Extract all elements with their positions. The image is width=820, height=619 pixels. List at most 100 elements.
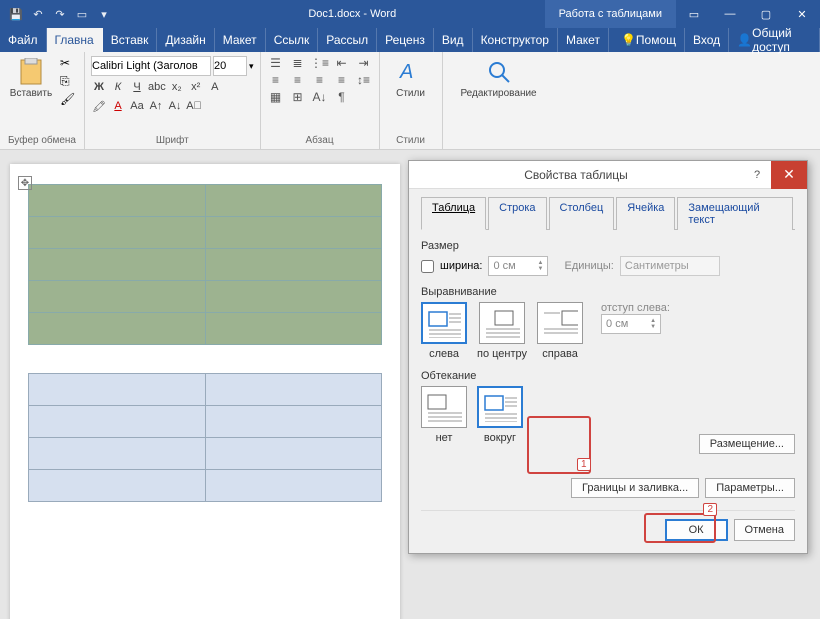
font-group-label: Шрифт bbox=[91, 135, 254, 147]
align-left-icon bbox=[427, 308, 461, 338]
cancel-button[interactable]: Отмена bbox=[734, 519, 795, 541]
styles-button[interactable]: A Стили bbox=[386, 56, 436, 99]
dlg-tab-cell[interactable]: Ячейка bbox=[616, 197, 675, 230]
text-effects-icon[interactable]: A bbox=[207, 79, 223, 95]
paste-icon bbox=[17, 58, 45, 86]
bullets-icon[interactable]: ☰ bbox=[267, 56, 285, 70]
align-center-icon[interactable]: ≡ bbox=[289, 73, 307, 87]
align-center-label: по центру bbox=[477, 348, 527, 360]
tab-insert[interactable]: Вставк bbox=[103, 28, 158, 52]
units-select[interactable]: Сантиметры bbox=[620, 256, 720, 276]
placement-button[interactable]: Размещение... bbox=[699, 434, 795, 454]
sort-icon[interactable]: A↓ bbox=[311, 90, 329, 104]
align-left-option[interactable] bbox=[421, 302, 467, 344]
dialog-close-icon[interactable]: ✕ bbox=[771, 161, 807, 189]
multilevel-icon[interactable]: ⋮≡ bbox=[311, 56, 329, 70]
indent-spinner[interactable]: 0 см ▲▼ bbox=[601, 314, 661, 334]
tab-help[interactable]: 💡 Помощ bbox=[613, 28, 685, 52]
dialog-tabs: Таблица Строка Столбец Ячейка Замещающий… bbox=[421, 197, 795, 230]
shrink-icon[interactable]: A↓ bbox=[167, 98, 183, 114]
maximize-icon[interactable]: ▢ bbox=[748, 0, 784, 28]
save-icon[interactable]: 💾 bbox=[8, 6, 24, 22]
table-move-handle-icon[interactable]: ✥ bbox=[18, 176, 32, 190]
shading-icon[interactable]: ▦ bbox=[267, 90, 285, 104]
grow-font-icon[interactable]: ▾ bbox=[249, 61, 254, 72]
tab-view[interactable]: Вид bbox=[434, 28, 473, 52]
undo-icon[interactable]: ↶ bbox=[30, 6, 46, 22]
align-right-option[interactable] bbox=[537, 302, 583, 344]
numbering-icon[interactable]: ≣ bbox=[289, 56, 307, 70]
subscript-icon[interactable]: x₂ bbox=[169, 79, 185, 95]
spin-down-icon[interactable]: ▼ bbox=[650, 324, 656, 330]
qat-more-icon[interactable]: ▾ bbox=[96, 6, 112, 22]
spin-down-icon[interactable]: ▼ bbox=[538, 266, 544, 272]
font-size-input[interactable] bbox=[213, 56, 247, 76]
table-1[interactable] bbox=[28, 184, 382, 345]
font-name-input[interactable] bbox=[91, 56, 211, 76]
width-spinner[interactable]: 0 см ▲▼ bbox=[488, 256, 548, 276]
editing-button[interactable]: Редактирование bbox=[449, 56, 549, 99]
help-label: Помощ bbox=[636, 33, 676, 47]
align-left-label: слева bbox=[429, 348, 459, 360]
qat-btn-icon[interactable]: ▭ bbox=[74, 6, 90, 22]
cut-icon[interactable]: ✂ bbox=[60, 56, 78, 70]
tab-home[interactable]: Главна bbox=[47, 28, 103, 52]
decrease-indent-icon[interactable]: ⇤ bbox=[333, 56, 351, 70]
tab-references[interactable]: Ссылк bbox=[266, 28, 319, 52]
wrap-none-icon bbox=[426, 391, 462, 423]
bold-icon[interactable]: Ж bbox=[91, 79, 107, 95]
dlg-tab-row[interactable]: Строка bbox=[488, 197, 546, 230]
wrap-around-option[interactable] bbox=[477, 386, 523, 428]
styles-icon: A bbox=[397, 58, 425, 86]
redo-icon[interactable]: ↷ bbox=[52, 6, 68, 22]
tab-file[interactable]: Файл bbox=[0, 28, 47, 52]
align-center-icon bbox=[484, 307, 520, 339]
align-center-option[interactable] bbox=[479, 302, 525, 344]
quick-access-toolbar: 💾 ↶ ↷ ▭ ▾ bbox=[0, 6, 120, 22]
dlg-tab-column[interactable]: Столбец bbox=[549, 197, 615, 230]
close-icon[interactable]: ✕ bbox=[784, 0, 820, 28]
justify-icon[interactable]: ≡ bbox=[333, 73, 351, 87]
dlg-tab-table[interactable]: Таблица bbox=[421, 197, 486, 230]
show-marks-icon[interactable]: ¶ bbox=[333, 90, 351, 104]
tab-review[interactable]: Реценз bbox=[377, 28, 434, 52]
paste-button[interactable]: Вставить bbox=[6, 56, 56, 135]
tab-signin[interactable]: Вход bbox=[685, 28, 729, 52]
underline-icon[interactable]: Ч bbox=[129, 79, 145, 95]
params-button[interactable]: Параметры... bbox=[705, 478, 795, 498]
tab-table-layout[interactable]: Макет bbox=[558, 28, 609, 52]
highlight-icon[interactable]: 🖍 bbox=[91, 98, 107, 114]
change-case-icon[interactable]: Aa bbox=[129, 98, 145, 114]
tab-layout[interactable]: Макет bbox=[215, 28, 266, 52]
wrap-none-option[interactable] bbox=[421, 386, 467, 428]
dlg-tab-alt[interactable]: Замещающий текст bbox=[677, 197, 793, 230]
strike-icon[interactable]: abc bbox=[148, 79, 166, 95]
tab-mailings[interactable]: Рассыл bbox=[318, 28, 377, 52]
align-right-label: справа bbox=[542, 348, 578, 360]
line-spacing-icon[interactable]: ↕≡ bbox=[355, 73, 373, 87]
dialog-help-icon[interactable]: ? bbox=[743, 169, 771, 181]
tab-design[interactable]: Дизайн bbox=[157, 28, 214, 52]
tab-share[interactable]: 👤 Общий доступ bbox=[729, 28, 820, 52]
grow-icon[interactable]: A↑ bbox=[148, 98, 164, 114]
share-label: Общий доступ bbox=[752, 26, 811, 54]
tab-constructor[interactable]: Конструктор bbox=[473, 28, 558, 52]
clear-format-icon[interactable]: A⃠ bbox=[186, 98, 202, 114]
wrap-around-icon bbox=[483, 392, 517, 422]
superscript-icon[interactable]: x² bbox=[188, 79, 204, 95]
copy-icon[interactable]: ⎘ bbox=[60, 74, 78, 88]
width-label: ширина: bbox=[440, 260, 482, 272]
align-right-icon[interactable]: ≡ bbox=[311, 73, 329, 87]
width-checkbox[interactable] bbox=[421, 260, 434, 273]
italic-icon[interactable]: К bbox=[110, 79, 126, 95]
font-color-icon[interactable]: A bbox=[110, 98, 126, 114]
minimize-icon[interactable]: — bbox=[712, 0, 748, 28]
align-left-icon[interactable]: ≡ bbox=[267, 73, 285, 87]
ok-button[interactable]: ОК bbox=[665, 519, 728, 541]
ribbon-options-icon[interactable]: ▭ bbox=[676, 0, 712, 28]
increase-indent-icon[interactable]: ⇥ bbox=[355, 56, 373, 70]
format-painter-icon[interactable]: 🖌 bbox=[60, 92, 78, 106]
borders-button[interactable]: Границы и заливка... bbox=[571, 478, 699, 498]
borders-icon[interactable]: ⊞ bbox=[289, 90, 307, 104]
table-2[interactable] bbox=[28, 373, 382, 502]
